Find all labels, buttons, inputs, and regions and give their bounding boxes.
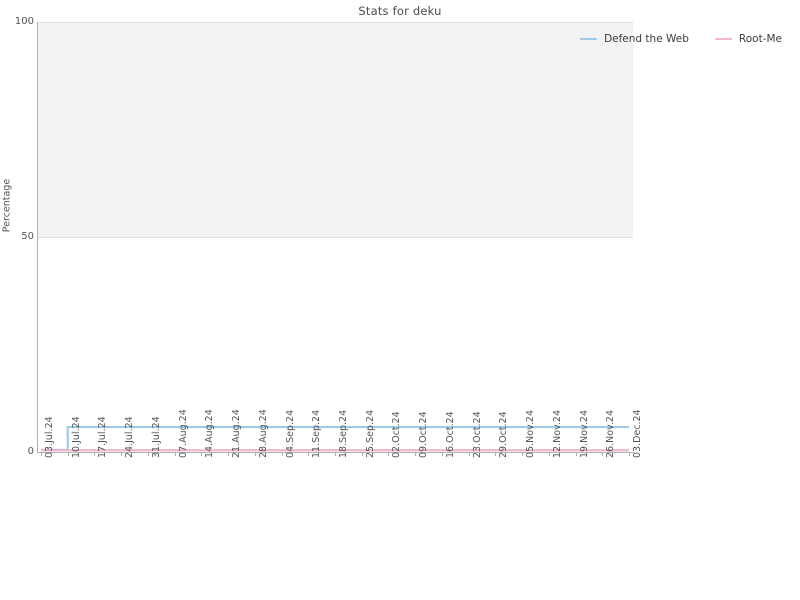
x-tick-mark [361,453,363,456]
x-tick-label: 14.Aug.24 [204,409,216,458]
x-tick-mark [308,453,310,456]
x-tick-label: 19.Nov.24 [578,409,590,458]
y-axis-line [37,22,38,453]
x-tick-mark [67,453,69,456]
x-tick-mark [441,453,443,456]
x-tick-label: 25.Sep.24 [364,409,376,458]
x-tick-label: 03.Dec.24 [632,409,643,458]
x-tick-label: 09.Oct.24 [418,411,430,458]
y-tick-label: 0 [27,446,34,457]
x-tick-label: 24.Jul.24 [124,416,136,458]
gridline [37,237,633,238]
x-tick-mark [201,453,203,456]
x-axis-ticks: 03.Jul.24 10.Jul.24 17.Jul.24 24.Jul.24 31.J… [37,409,643,543]
x-tick-mark [94,453,96,456]
x-tick-label: 03.Jul.24 [44,416,55,458]
x-tick-mark [468,453,470,456]
x-tick-label: 26.Nov.24 [605,409,617,458]
x-tick-mark [147,453,149,456]
x-tick-mark [575,453,577,456]
x-tick-label: 28.Aug.24 [257,409,269,458]
x-tick-mark [228,453,230,456]
chart-legend: Defend the Web Root-Me [580,33,782,45]
legend-swatch-icon [714,37,732,41]
x-tick-mark [629,453,630,456]
x-tick-mark [254,453,256,456]
x-tick-mark [41,453,42,456]
legend-item[interactable]: Defend the Web [580,33,689,45]
x-tick-mark [121,453,123,456]
x-tick-mark [281,453,283,456]
x-tick-label: 23.Oct.24 [471,411,483,458]
x-tick-label: 12.Nov.24 [551,409,563,458]
y-axis-label: Percentage [1,178,13,233]
x-tick-mark [495,453,497,456]
x-tick-label: 10.Jul.24 [70,416,82,458]
chart-title: Stats for deku [358,4,442,18]
x-tick-label: 18.Sep.24 [338,409,349,458]
y-tick-label: 100 [14,16,34,27]
legend-item[interactable]: Root-Me [714,33,782,45]
legend-label: Root-Me [738,33,782,45]
legend-swatch-icon [580,37,598,41]
x-tick-label: 17.Jul.24 [97,416,109,458]
gridline [37,22,633,23]
x-tick-label: 16.Oct.24 [444,411,456,458]
y-axis-ticks: 0 50 100 [0,0,34,600]
x-tick-mark [548,453,550,456]
x-tick-label: 04.Sep.24 [284,409,296,458]
x-tick-mark [388,453,390,456]
x-tick-mark [174,453,176,456]
x-tick-label: 21.Aug.24 [231,409,243,458]
x-tick-label: 07.Aug.24 [177,409,189,458]
x-tick-label: 05.Nov.24 [525,409,537,458]
x-tick-mark [602,453,604,456]
x-tick-mark [522,453,524,456]
x-tick-label: 11.Sep.24 [311,409,323,458]
x-tick-label: 31.Jul.24 [150,416,162,458]
x-tick-mark [335,453,336,456]
chart-container: Stats for deku 0 50 100 Percentage 03.Jul.… [0,0,800,600]
x-tick-mark [415,453,417,456]
legend-label: Defend the Web [604,33,689,45]
plot-area [37,22,633,452]
x-tick-label: 29.Oct.24 [498,411,510,458]
x-tick-label: 02.Oct.24 [391,411,403,458]
